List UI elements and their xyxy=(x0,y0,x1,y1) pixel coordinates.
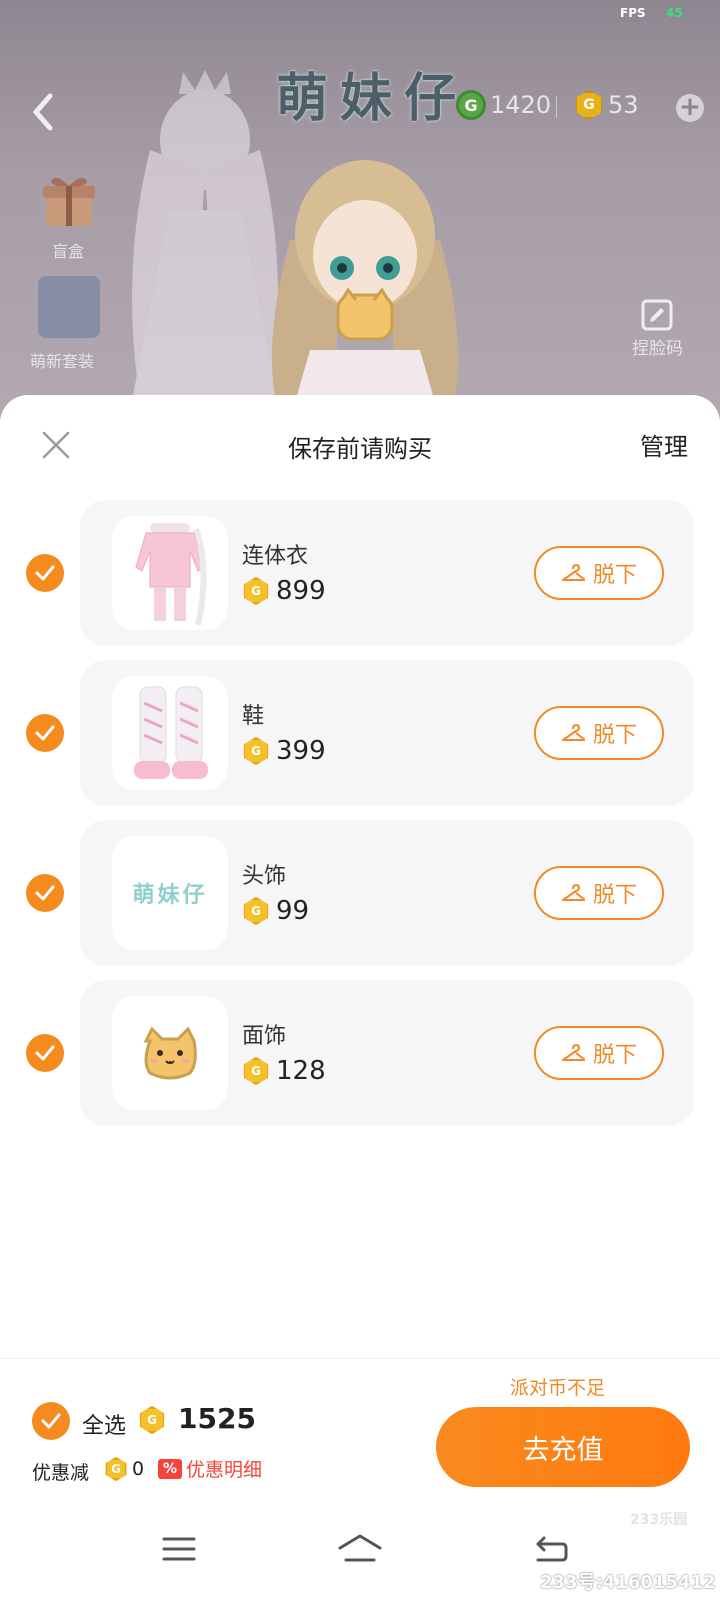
take-off-button[interactable]: 脱下 xyxy=(534,866,664,920)
green-coin-icon: G xyxy=(456,90,486,120)
check-icon xyxy=(35,565,55,581)
discount-coin: G xyxy=(104,1457,128,1481)
game-scene: FPS 45 萌妹仔 G 1420 G 53 + 盲盒 萌新套装 捏脸码 xyxy=(0,0,720,420)
discount-detail-link[interactable]: % 优惠明细 xyxy=(158,1455,262,1482)
item-name: 鞋 xyxy=(242,704,265,729)
item-price: G 899 xyxy=(242,576,326,606)
coin-icon: G xyxy=(243,897,269,925)
take-off-button[interactable]: 脱下 xyxy=(534,1026,664,1080)
green-currency: G 1420 xyxy=(456,90,551,120)
back-nav-icon[interactable] xyxy=(530,1534,570,1564)
item-name: 面饰 xyxy=(242,1024,287,1049)
item-card: 鞋 G 399 脱下 xyxy=(80,660,694,806)
hanger-icon xyxy=(561,884,585,901)
select-all-checkbox[interactable] xyxy=(32,1402,70,1440)
item-price: G 99 xyxy=(242,896,309,926)
fps-value: 45 xyxy=(666,6,683,20)
insufficient-notice: 派对币不足 xyxy=(510,1377,606,1399)
fps-label: FPS xyxy=(620,6,646,20)
discount-label: 优惠减 xyxy=(32,1462,90,1484)
coin-icon: G xyxy=(243,737,269,765)
coin-icon: G xyxy=(139,1406,165,1434)
check-icon xyxy=(35,725,55,741)
item-thumbnail xyxy=(112,676,228,790)
gold-currency-value: 53 xyxy=(608,91,639,119)
item-checkbox[interactable] xyxy=(26,714,64,752)
footer-divider xyxy=(0,1358,720,1359)
coin-icon: G xyxy=(105,1457,127,1481)
watermark-logo: 233乐园 xyxy=(630,1512,688,1528)
item-price-value: 899 xyxy=(276,576,326,606)
take-off-label: 脱下 xyxy=(592,1043,637,1068)
total-coin: G xyxy=(138,1406,166,1434)
item-card: 面饰 G 128 脱下 xyxy=(80,980,694,1126)
take-off-button[interactable]: 脱下 xyxy=(534,706,664,760)
list-item: 面饰 G 128 脱下 xyxy=(0,980,720,1126)
menu-icon[interactable] xyxy=(162,1536,196,1562)
gift-box-icon[interactable] xyxy=(40,172,98,230)
item-checkbox[interactable] xyxy=(26,554,64,592)
hanger-icon xyxy=(561,1044,585,1061)
game-logo: 萌妹仔 xyxy=(276,69,469,129)
list-item: 连体衣 G 899 脱下 xyxy=(0,500,720,646)
discount-detail-label: 优惠明细 xyxy=(186,1459,263,1481)
item-card: 连体衣 G 899 脱下 xyxy=(80,500,694,646)
item-checkbox[interactable] xyxy=(26,874,64,912)
take-off-label: 脱下 xyxy=(592,883,637,908)
hanger-icon xyxy=(561,724,585,741)
coin-icon: G xyxy=(243,1057,269,1085)
item-name: 头饰 xyxy=(242,864,287,889)
item-name: 连体衣 xyxy=(242,544,309,569)
item-thumbnail: 萌妹仔 xyxy=(112,836,228,950)
watermark-id: 233号:416015412 xyxy=(540,1572,716,1593)
discount-value: 0 xyxy=(132,1458,145,1480)
character-main-image xyxy=(272,160,458,420)
coin-icon: G xyxy=(243,577,269,605)
item-price: G 128 xyxy=(242,1056,326,1086)
check-icon xyxy=(35,885,55,901)
select-all-label[interactable]: 全选 xyxy=(82,1408,126,1440)
item-thumbnail xyxy=(112,516,228,630)
manage-button[interactable]: 管理 xyxy=(640,427,688,462)
discount-badge-icon: % xyxy=(158,1458,183,1479)
jumpsuit-icon xyxy=(135,523,207,626)
green-currency-value: 1420 xyxy=(490,91,552,119)
recharge-button[interactable]: 去充值 xyxy=(436,1407,690,1487)
cat-mask-icon xyxy=(143,1026,197,1080)
total-price: 1525 xyxy=(178,1402,256,1435)
item-card: 萌妹仔 头饰 G 99 脱下 xyxy=(80,820,694,966)
gold-currency: G 53 xyxy=(574,90,639,120)
boots-icon xyxy=(134,686,208,779)
face-code-label: 捏脸码 xyxy=(632,339,683,359)
list-item: 萌妹仔 头饰 G 99 脱下 xyxy=(0,820,720,966)
gift-box-label: 盲盒 xyxy=(52,242,85,261)
add-currency-button[interactable]: + xyxy=(676,94,704,122)
item-price-value: 99 xyxy=(276,896,310,926)
item-price-value: 128 xyxy=(276,1056,326,1086)
item-price-value: 399 xyxy=(276,736,326,766)
starter-outfit-icon[interactable] xyxy=(38,276,100,338)
gold-coin-icon: G xyxy=(576,90,602,120)
item-price: G 399 xyxy=(242,736,326,766)
home-icon[interactable] xyxy=(336,1532,384,1564)
currency-divider xyxy=(556,96,557,118)
item-checkbox[interactable] xyxy=(26,1034,64,1072)
hanger-icon xyxy=(561,564,585,581)
check-icon xyxy=(41,1413,61,1429)
back-icon[interactable] xyxy=(30,92,58,132)
take-off-label: 脱下 xyxy=(592,723,637,748)
sheet-title: 保存前请购买 xyxy=(288,435,432,463)
take-off-button[interactable]: 脱下 xyxy=(534,546,664,600)
take-off-label: 脱下 xyxy=(592,563,637,588)
starter-outfit-label: 萌新套装 xyxy=(30,352,95,371)
item-thumbnail xyxy=(112,996,228,1110)
face-code-icon[interactable] xyxy=(640,298,674,332)
headwear-text-thumb: 萌妹仔 xyxy=(132,883,208,908)
list-item: 鞋 G 399 脱下 xyxy=(0,660,720,806)
check-icon xyxy=(35,1045,55,1061)
